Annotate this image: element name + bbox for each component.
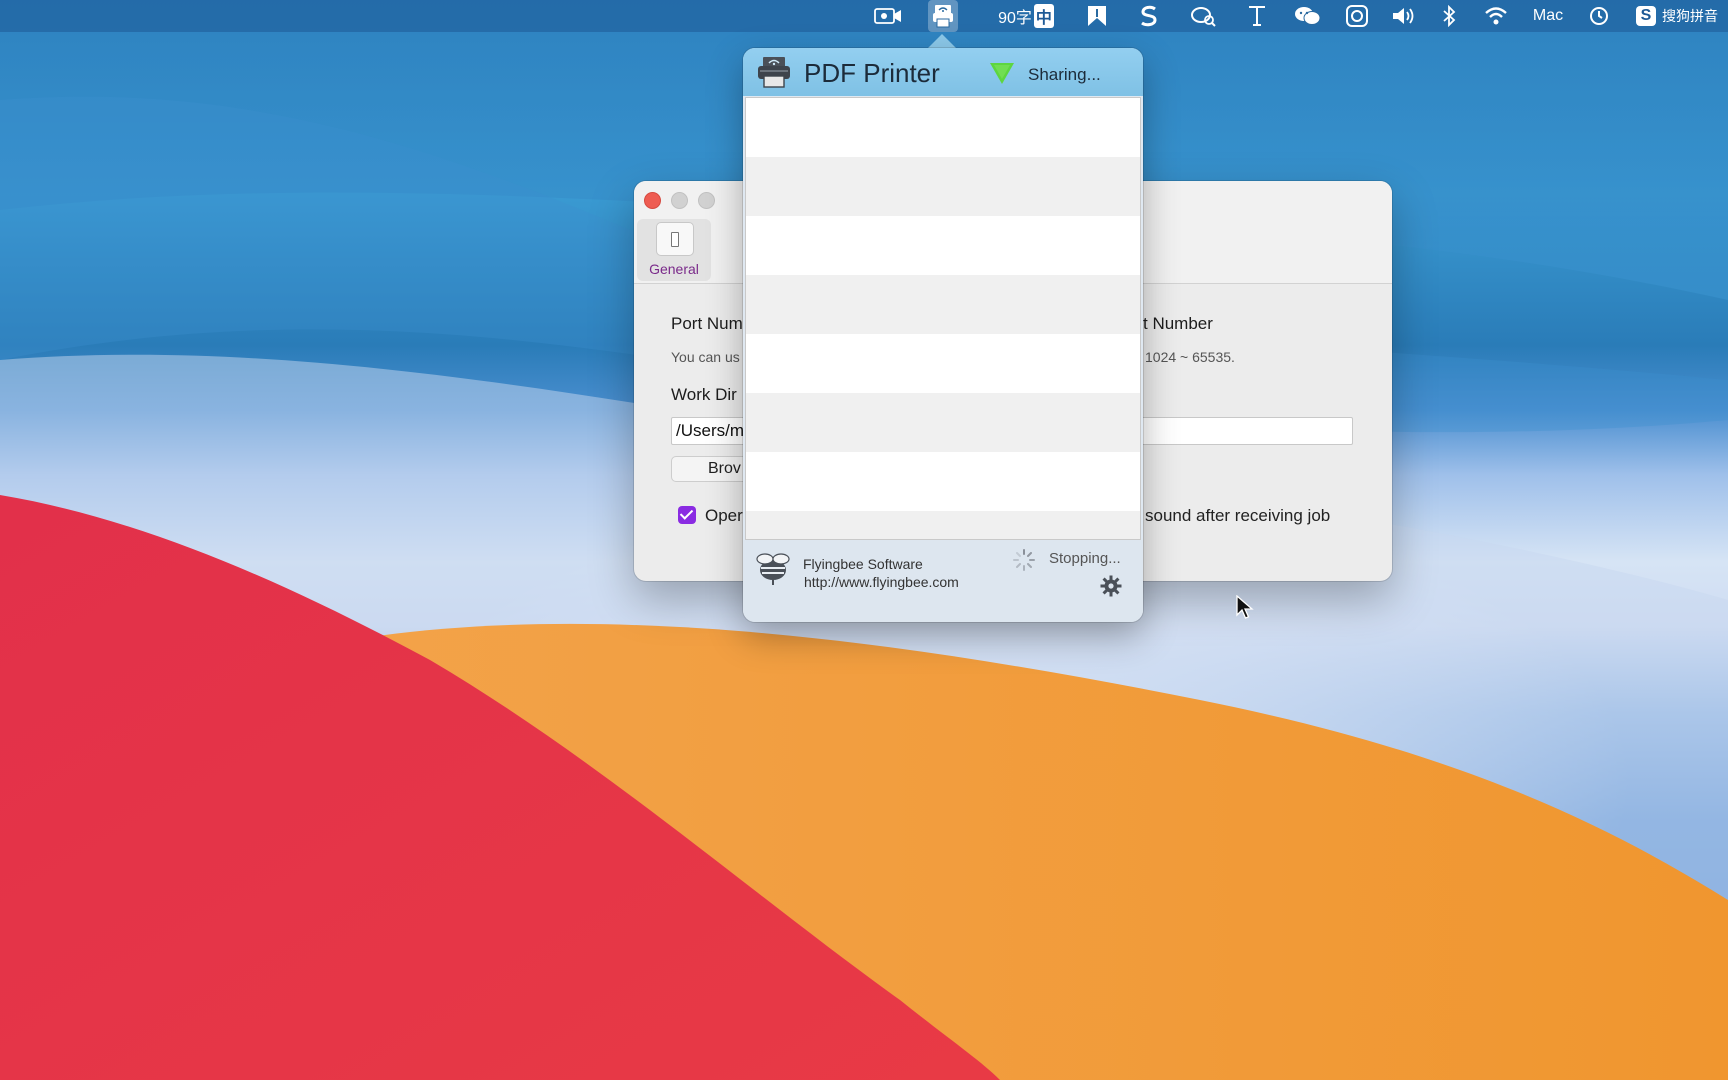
- chat-search-icon[interactable]: [1186, 0, 1220, 32]
- popover-footer: Flyingbee Software http://www.flyingbee.…: [743, 540, 1143, 622]
- list-item[interactable]: [746, 216, 1140, 275]
- gear-icon[interactable]: [1100, 575, 1122, 597]
- browse-label: Brov: [708, 460, 741, 477]
- list-item[interactable]: [746, 334, 1140, 393]
- s-app-icon[interactable]: [1134, 0, 1164, 32]
- popover-header: PDF Printer Sharing...: [743, 48, 1143, 96]
- zoom-button[interactable]: [698, 192, 715, 209]
- wifi-icon[interactable]: [1480, 0, 1512, 32]
- bookmark-app-icon[interactable]: [1082, 0, 1112, 32]
- switch-icon: [656, 222, 694, 256]
- list-item[interactable]: [746, 452, 1140, 511]
- website-link[interactable]: http://www.flyingbee.com: [804, 574, 959, 590]
- open-label: Oper: [705, 506, 743, 525]
- sogou-icon: S: [1636, 6, 1656, 26]
- port-hint: You can us: [671, 349, 740, 365]
- list-item[interactable]: [746, 157, 1140, 216]
- list-item[interactable]: [746, 275, 1140, 334]
- input-method-name: 搜狗拼音: [1662, 8, 1718, 24]
- bluetooth-icon[interactable]: [1436, 0, 1462, 32]
- volume-icon[interactable]: [1389, 0, 1419, 32]
- user-menu[interactable]: Mac: [1526, 0, 1570, 32]
- input-mode-badge: 中: [1033, 4, 1054, 28]
- wechat-icon[interactable]: [1291, 0, 1325, 32]
- sharing-signal-icon: [990, 63, 1014, 84]
- popover-title: PDF Printer: [804, 58, 940, 88]
- popover-arrow: [928, 34, 956, 48]
- flyingbee-logo-icon: [756, 553, 790, 585]
- job-list[interactable]: [745, 97, 1141, 540]
- camera-icon[interactable]: [870, 0, 906, 32]
- open-checkbox[interactable]: [678, 506, 696, 524]
- port-heading: Port Num: [671, 314, 743, 333]
- tab-general-label: General: [649, 261, 699, 277]
- time-machine-icon[interactable]: [1585, 0, 1613, 32]
- list-item[interactable]: [746, 393, 1140, 452]
- user-name: Mac: [1532, 7, 1564, 24]
- workdir-heading: Work Dir: [671, 385, 737, 404]
- mouse-cursor-icon: [1236, 595, 1254, 619]
- text-tool-icon[interactable]: [1242, 0, 1272, 32]
- stopping-status: Stopping...: [1049, 550, 1121, 567]
- word-count-text: 90字: [998, 10, 1032, 27]
- company-name: Flyingbee Software: [803, 556, 923, 572]
- list-item[interactable]: [746, 98, 1140, 157]
- loading-spinner-icon: [1013, 549, 1035, 571]
- list-item[interactable]: [746, 511, 1140, 539]
- minimize-button[interactable]: [671, 192, 688, 209]
- sound-label: sound after receiving job: [1145, 506, 1331, 525]
- screenshot-icon[interactable]: [1342, 0, 1372, 32]
- tab-general[interactable]: General: [637, 219, 711, 281]
- printer-icon: [758, 57, 790, 88]
- sharing-status: Sharing...: [1028, 65, 1101, 84]
- pdf-printer-menu-icon[interactable]: [928, 0, 958, 32]
- port-heading-tail: t Number: [1143, 314, 1213, 333]
- close-button[interactable]: [644, 192, 661, 209]
- menu-bar: 90字 中 Mac S 搜狗拼音: [0, 0, 1728, 32]
- pdf-printer-popover: PDF Printer Sharing... Flyingbee Softwar…: [743, 48, 1143, 622]
- word-count-indicator[interactable]: 90字 中: [995, 0, 1057, 32]
- port-hint-tail: 1024 ~ 65535.: [1145, 349, 1235, 365]
- input-method-menu[interactable]: S 搜狗拼音: [1636, 0, 1728, 32]
- workdir-value: /Users/m: [676, 421, 744, 440]
